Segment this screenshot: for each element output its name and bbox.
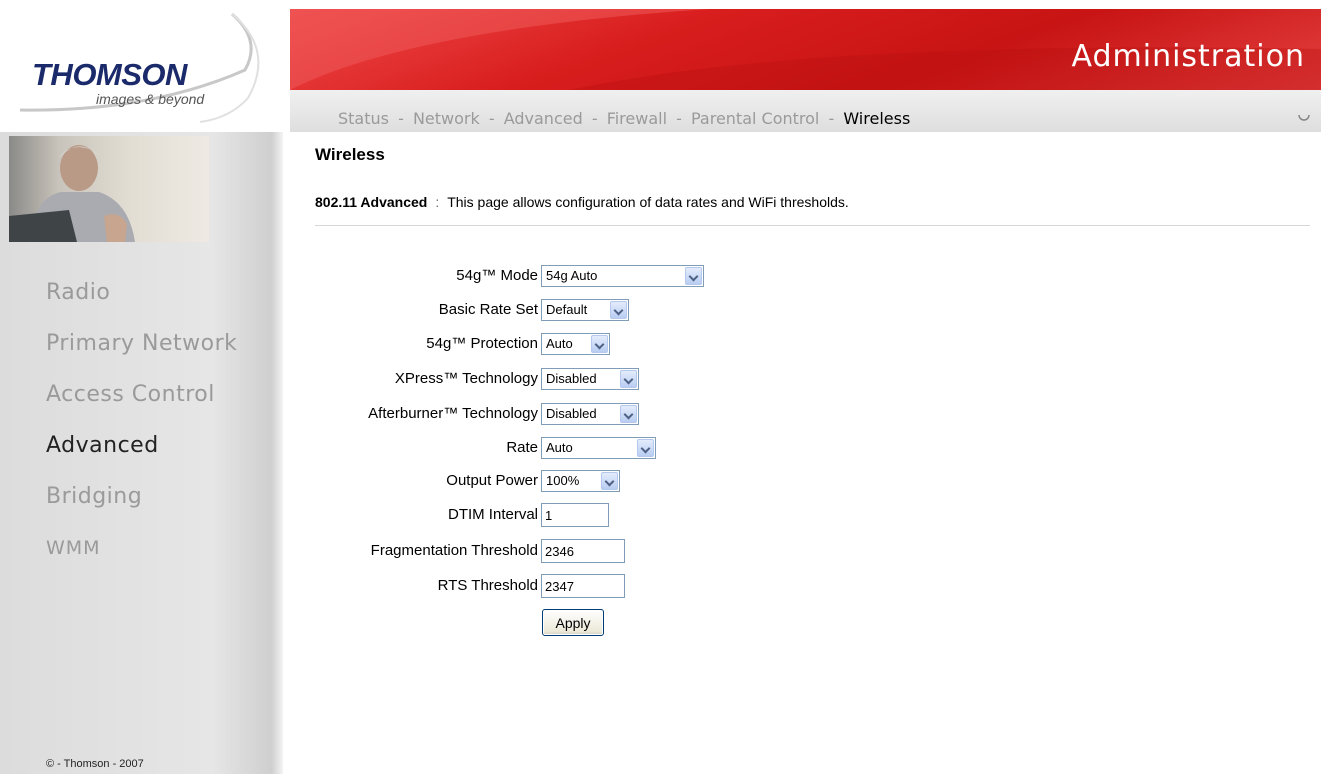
row-basic-rate-set: Basic Rate Set [0,299,538,323]
row-rate: Rate [0,437,538,461]
54g-mode-label: 54g™ Mode [456,267,538,284]
row-afterburner: Afterburner™ Technology [0,403,538,427]
rts-threshold-label: RTS Threshold [437,577,538,594]
row-fragmentation: Fragmentation Threshold [0,540,538,564]
basic-rate-set-label: Basic Rate Set [438,301,538,318]
afterburner-select[interactable]: Disabled [541,403,639,425]
chevron-down-icon [610,301,627,319]
page-heading-administration: Administration [1071,39,1305,74]
nav-separator: - [392,109,409,128]
54g-protection-select[interactable]: Auto [541,333,610,355]
row-54g-mode: 54g™ Mode [0,265,538,289]
54g-mode-select[interactable]: 54g Auto [541,265,704,287]
apply-button[interactable]: Apply [542,609,604,636]
chevron-down-icon [620,370,637,388]
basic-rate-set-value: Default [546,302,588,317]
logo-area: THOMSON images & beyond [0,0,290,132]
divider [315,225,1310,227]
thomson-logo: THOMSON [32,57,187,92]
header-banner: Administration [290,9,1321,90]
afterburner-value: Disabled [546,406,597,421]
afterburner-label: Afterburner™ Technology [368,405,538,422]
rts-threshold-input[interactable] [541,574,625,598]
row-dtim: DTIM Interval [0,504,538,528]
dtim-interval-input[interactable] [541,503,609,527]
person-at-laptop-image [9,145,135,242]
fragmentation-threshold-label: Fragmentation Threshold [370,542,538,559]
nav-separator: - [823,109,840,128]
fragmentation-threshold-input[interactable] [541,539,625,563]
rate-label: Rate [506,439,538,456]
nav-network[interactable]: Network [413,109,480,128]
nav-status[interactable]: Status [338,109,389,128]
rate-value: Auto [546,440,573,455]
nav-firewall[interactable]: Firewall [607,109,667,128]
sidebar-nav: Radio Primary Network Access Control Adv… [46,278,237,584]
row-rts: RTS Threshold [0,575,538,599]
copyright: © - Thomson - 2007 [46,758,144,770]
chevron-down-icon [591,335,608,353]
rate-select[interactable]: Auto [541,437,656,459]
xpress-select[interactable]: Disabled [541,368,639,390]
row-54g-protection: 54g™ Protection [0,333,538,357]
logo-tagline: images & beyond [96,91,205,107]
54g-protection-label: 54g™ Protection [426,335,538,352]
chevron-down-icon [601,472,618,490]
row-xpress: XPress™ Technology [0,368,538,392]
nav-separator: - [671,109,687,128]
xpress-value: Disabled [546,371,597,386]
basic-rate-set-select[interactable]: Default [541,299,629,321]
chevron-down-icon [637,439,654,457]
chevron-down-icon [620,405,637,423]
xpress-label: XPress™ Technology [394,370,538,387]
54g-mode-value: 54g Auto [546,268,598,283]
dtim-interval-label: DTIM Interval [447,506,538,523]
output-power-value: 100% [546,473,580,488]
top-nav: Status - Network - Advanced - Firewall -… [338,109,910,128]
row-output-power: Output Power [0,470,538,494]
description-separator: : [435,194,440,210]
page-title: Wireless [315,145,385,164]
description-heading: 802.11 Advanced [315,194,428,210]
nav-advanced[interactable]: Advanced [504,109,583,128]
nav-parental-control[interactable]: Parental Control [691,109,819,128]
user-photo [9,136,209,242]
nav-wireless[interactable]: Wireless [843,109,910,128]
description-text: This page allows configuration of data r… [447,194,849,210]
output-power-select[interactable]: 100% [541,470,620,492]
output-power-label: Output Power [446,472,538,489]
nav-separator: - [483,109,500,128]
top-menu-bar: Status - Network - Advanced - Firewall -… [290,90,1321,132]
nav-separator: - [586,109,603,128]
loading-spinner-icon [1298,114,1310,121]
page-description: 802.11 Advanced: This page allows configu… [315,194,849,210]
54g-protection-value: Auto [546,336,573,351]
chevron-down-icon [685,267,702,285]
